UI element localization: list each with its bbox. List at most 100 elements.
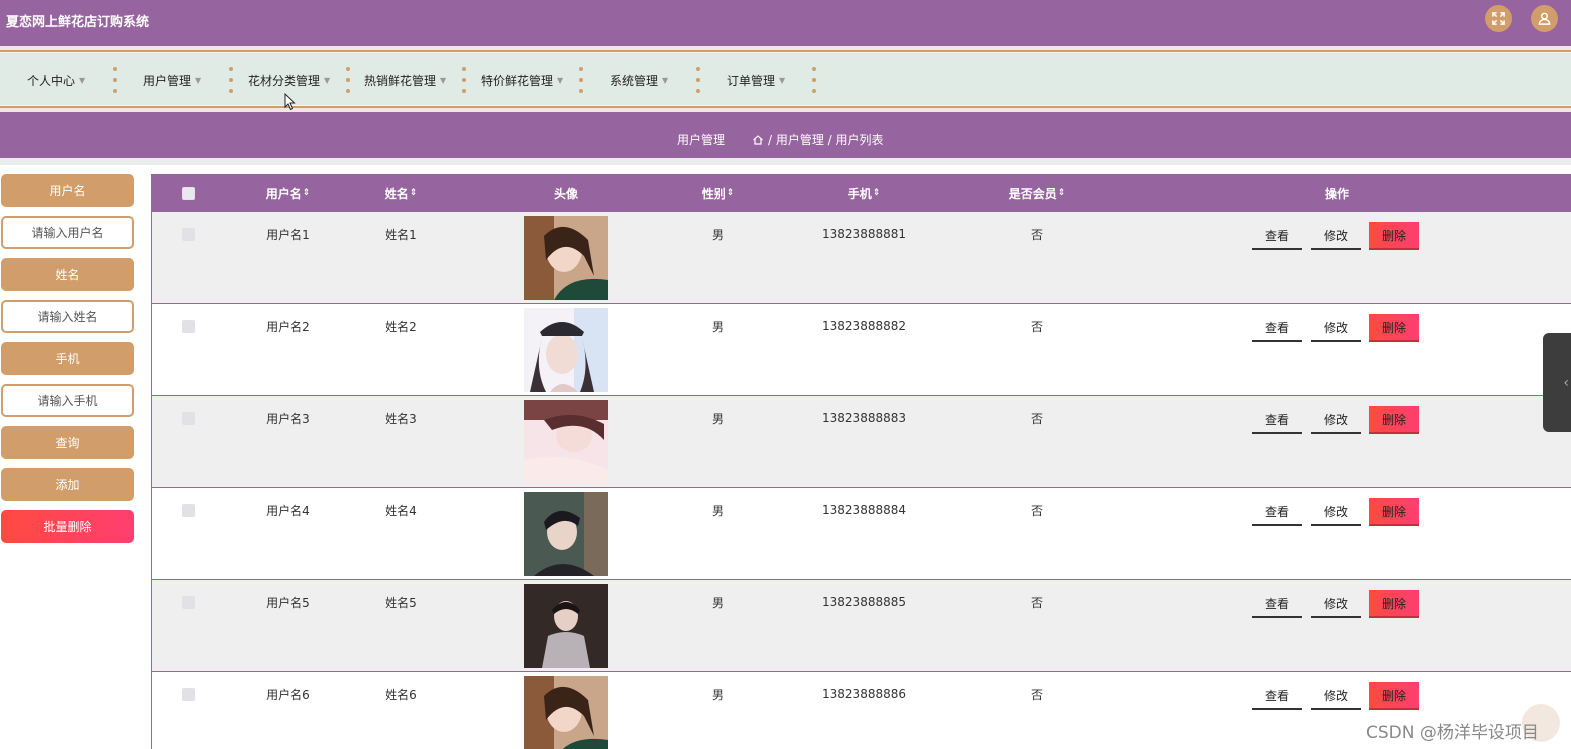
- collapse-panel-tab[interactable]: ‹: [1543, 333, 1571, 432]
- cell-name: 姓名3: [385, 411, 417, 426]
- username-label: 用户名: [1, 174, 134, 207]
- header-phone[interactable]: 手机 ⇕: [824, 174, 904, 212]
- nav-item-personal-center[interactable]: 个人中心 ▼: [27, 53, 85, 107]
- row-checkbox[interactable]: [180, 686, 196, 702]
- edit-button[interactable]: 修改: [1311, 222, 1361, 250]
- phone-input[interactable]: 请输入手机: [1, 384, 134, 417]
- app-title: 夏恋网上鲜花店订购系统: [6, 15, 150, 30]
- nav-item-label: 订单管理: [727, 73, 776, 88]
- row-checkbox[interactable]: [180, 226, 196, 242]
- cell-phone: 13823888881: [822, 227, 906, 241]
- view-button[interactable]: 查看: [1252, 590, 1302, 618]
- user-menu-button[interactable]: [1531, 5, 1558, 32]
- nav-item-user-management[interactable]: 用户管理 ▼: [143, 53, 201, 107]
- header-actions: 操作: [1324, 186, 1349, 201]
- nav-item-special-flowers[interactable]: 特价鲜花管理 ▼: [481, 53, 563, 107]
- batch-delete-button[interactable]: 批量删除: [1, 510, 134, 543]
- main-nav: 个人中心 ▼ 用户管理 ▼ 花材分类管理 ▼ 热销鲜花管理 ▼ 特价鲜花管理 ▼ 系统管理…: [0, 50, 1571, 108]
- edit-button[interactable]: 修改: [1311, 590, 1361, 618]
- nav-item-hot-flowers[interactable]: 热销鲜花管理 ▼: [364, 53, 446, 107]
- nav-item-label: 花材分类管理: [248, 73, 321, 88]
- caret-down-icon: ▼: [79, 75, 86, 85]
- cell-name: 姓名2: [385, 319, 417, 334]
- view-button[interactable]: 查看: [1252, 406, 1302, 434]
- nav-item-orders[interactable]: 订单管理 ▼: [727, 53, 785, 107]
- nav-item-label: 个人中心: [27, 73, 76, 88]
- avatar: [524, 676, 608, 749]
- nav-item-label: 用户管理: [143, 73, 192, 88]
- caret-down-icon: ▼: [662, 75, 669, 85]
- breadcrumb-path: / 用户管理 / 用户列表: [768, 133, 884, 147]
- sort-icon: ⇕: [409, 188, 418, 198]
- header-name[interactable]: 姓名 ⇕: [368, 174, 434, 212]
- cell-gender: 男: [711, 319, 724, 334]
- avatar: [524, 308, 608, 392]
- header-avatar: 头像: [553, 186, 578, 201]
- name-input[interactable]: 请输入姓名: [1, 300, 134, 333]
- cell-member: 否: [1030, 411, 1043, 426]
- page-title: 用户管理: [677, 133, 726, 147]
- mouse-cursor-icon: [284, 93, 296, 111]
- view-button[interactable]: 查看: [1252, 498, 1302, 526]
- header-username[interactable]: 用户名 ⇕: [248, 174, 328, 212]
- breadcrumb-bar: 用户管理 / 用户管理 / 用户列表: [0, 112, 1571, 158]
- caret-down-icon: ▼: [195, 75, 202, 85]
- sort-icon: ⇕: [726, 188, 735, 198]
- cell-gender: 男: [711, 687, 724, 702]
- cell-username: 用户名4: [266, 503, 310, 518]
- edit-button[interactable]: 修改: [1311, 314, 1361, 342]
- cell-member: 否: [1030, 503, 1043, 518]
- table-row: 用户名3 姓名3 男 13823888883 否 查看 修改 删除: [152, 396, 1571, 488]
- edit-button[interactable]: 修改: [1311, 682, 1361, 710]
- delete-button[interactable]: 删除: [1369, 222, 1419, 250]
- edit-button[interactable]: 修改: [1311, 498, 1361, 526]
- content-divider: [0, 158, 1571, 165]
- delete-button[interactable]: 删除: [1369, 314, 1419, 342]
- avatar: [524, 216, 608, 300]
- select-all-checkbox[interactable]: [180, 174, 196, 212]
- row-checkbox[interactable]: [180, 410, 196, 426]
- delete-button[interactable]: 删除: [1369, 682, 1419, 710]
- breadcrumb: / 用户管理 / 用户列表: [752, 131, 884, 148]
- nav-separator: [462, 67, 466, 93]
- avatar: [524, 584, 608, 668]
- username-input[interactable]: 请输入用户名: [1, 216, 134, 249]
- table-row: 用户名4 姓名4 男 13823888884 否 查看 修改 删除: [152, 488, 1571, 580]
- table-row: 用户名2 姓名2 男 13823888882 否 查看 修改 删除: [152, 304, 1571, 396]
- view-button[interactable]: 查看: [1252, 682, 1302, 710]
- view-button[interactable]: 查看: [1252, 222, 1302, 250]
- delete-button[interactable]: 删除: [1369, 498, 1419, 526]
- nav-item-label: 系统管理: [610, 73, 659, 88]
- edit-button[interactable]: 修改: [1311, 406, 1361, 434]
- row-checkbox[interactable]: [180, 502, 196, 518]
- user-table: 用户名 ⇕ 姓名 ⇕ 头像 性别 ⇕ 手机 ⇕ 是否会员 ⇕ 操作 用户名1 姓名1 男 …: [151, 174, 1571, 749]
- cell-username: 用户名1: [266, 227, 310, 242]
- row-checkbox[interactable]: [180, 318, 196, 334]
- cell-gender: 男: [711, 227, 724, 242]
- row-checkbox[interactable]: [180, 594, 196, 610]
- fullscreen-icon: [1492, 12, 1505, 25]
- delete-button[interactable]: 删除: [1369, 406, 1419, 434]
- header-gender[interactable]: 性别 ⇕: [685, 174, 751, 212]
- nav-item-system[interactable]: 系统管理 ▼: [610, 53, 668, 107]
- table-row: 用户名6 姓名6 男 13823888886 否 查看 修改 删除: [152, 672, 1571, 749]
- table-header: 用户名 ⇕ 姓名 ⇕ 头像 性别 ⇕ 手机 ⇕ 是否会员 ⇕ 操作: [152, 174, 1571, 212]
- nav-separator: [696, 67, 700, 93]
- caret-down-icon: ▼: [779, 75, 786, 85]
- nav-separator: [229, 67, 233, 93]
- cell-gender: 男: [711, 595, 724, 610]
- cell-member: 否: [1030, 319, 1043, 334]
- delete-button[interactable]: 删除: [1369, 590, 1419, 618]
- top-bar: 夏恋网上鲜花店订购系统: [0, 0, 1571, 46]
- add-button[interactable]: 添加: [1, 468, 134, 501]
- nav-separator: [812, 67, 816, 93]
- home-icon[interactable]: [752, 134, 764, 146]
- name-label: 姓名: [1, 258, 134, 291]
- query-button[interactable]: 查询: [1, 426, 134, 459]
- view-button[interactable]: 查看: [1252, 314, 1302, 342]
- nav-item-label: 热销鲜花管理: [364, 73, 437, 88]
- fullscreen-button[interactable]: [1485, 5, 1512, 32]
- nav-separator: [579, 67, 583, 93]
- header-member[interactable]: 是否会员 ⇕: [997, 174, 1077, 212]
- cell-member: 否: [1030, 687, 1043, 702]
